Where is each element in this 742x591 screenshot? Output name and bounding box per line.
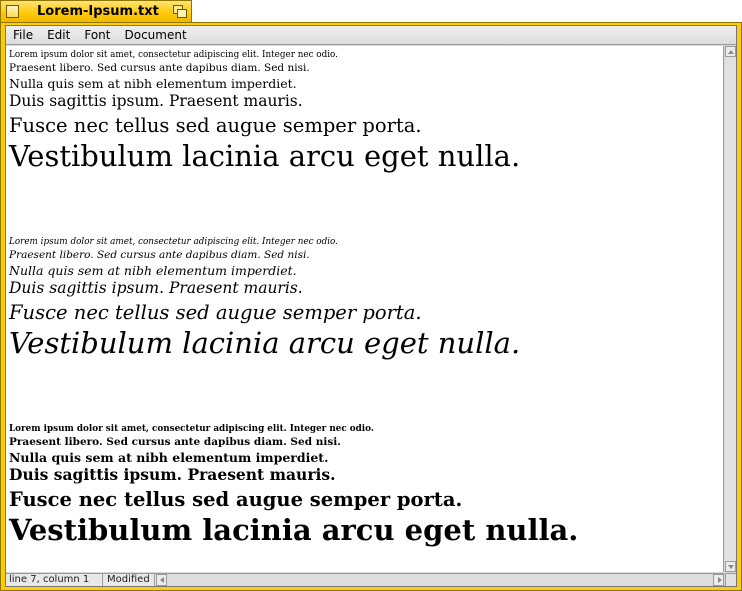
text-line: Nulla quis sem at nibh elementum imperdi… — [9, 262, 297, 278]
zoom-button[interactable] — [173, 5, 187, 18]
arrow-up-icon — [728, 50, 734, 54]
text-editor[interactable]: Lorem ipsum dolor sit amet, consectetur … — [6, 46, 724, 572]
status-bar: line 7, column 1 Modified — [6, 573, 724, 586]
scroll-down-button[interactable] — [725, 561, 736, 572]
scroll-right-button[interactable] — [713, 574, 724, 586]
text-line: Nulla quis sem at nibh elementum imperdi… — [9, 75, 297, 91]
zoom-front-icon — [177, 9, 187, 18]
window-title: Lorem-Ipsum.txt — [37, 4, 159, 19]
text-line: Lorem ipsum dolor sit amet, consectetur … — [9, 424, 374, 434]
cursor-position: line 7, column 1 — [9, 574, 103, 586]
text-line: Duis sagittis ipsum. Praesent mauris. — [9, 279, 303, 298]
text-line: Nulla quis sem at nibh elementum imperdi… — [9, 449, 329, 465]
vertical-scrollbar[interactable] — [725, 46, 736, 572]
text-line: Lorem ipsum dolor sit amet, consectetur … — [9, 50, 338, 60]
menu-file[interactable]: File — [6, 26, 40, 45]
paragraph-group-regular: Lorem ipsum dolor sit amet, consectetur … — [9, 50, 521, 174]
text-line: Duis sagittis ipsum. Praesent mauris. — [9, 92, 303, 111]
menu-font[interactable]: Font — [77, 26, 117, 45]
text-line: Praesent libero. Sed cursus ante dapibus… — [9, 61, 310, 74]
text-line: Lorem ipsum dolor sit amet, consectetur … — [9, 237, 338, 247]
arrow-left-icon — [160, 577, 164, 583]
paragraph-group-bold: Lorem ipsum dolor sit amet, consectetur … — [9, 424, 579, 548]
window-content: File Edit Font Document Lorem ipsum dolo… — [5, 25, 737, 587]
menu-edit[interactable]: Edit — [40, 26, 77, 45]
text-line: Fusce nec tellus sed augue semper porta. — [9, 301, 422, 325]
window-frame: File Edit Font Document Lorem ipsum dolo… — [0, 22, 742, 591]
text-line: Praesent libero. Sed cursus ante dapibus… — [9, 248, 310, 261]
menu-bar: File Edit Font Document — [6, 26, 736, 45]
modified-indicator: Modified — [107, 574, 155, 586]
text-line: Vestibulum lacinia arcu eget nulla. — [9, 513, 579, 548]
resize-handle[interactable] — [725, 573, 736, 586]
scroll-up-button[interactable] — [725, 46, 736, 57]
close-button[interactable] — [6, 5, 19, 18]
text-line: Fusce nec tellus sed augue semper porta. — [9, 488, 463, 512]
text-line: Vestibulum lacinia arcu eget nulla. — [9, 326, 521, 361]
text-line: Praesent libero. Sed cursus ante dapibus… — [9, 435, 341, 448]
arrow-down-icon — [728, 565, 734, 569]
scroll-left-button[interactable] — [156, 574, 167, 586]
horizontal-scrollbar[interactable] — [156, 574, 724, 586]
window-title-tab[interactable]: Lorem-Ipsum.txt — [0, 0, 192, 22]
arrow-right-icon — [718, 577, 722, 583]
menu-document[interactable]: Document — [117, 26, 193, 45]
text-line: Vestibulum lacinia arcu eget nulla. — [9, 139, 521, 174]
text-line: Duis sagittis ipsum. Praesent mauris. — [9, 465, 336, 485]
paragraph-group-italic: Lorem ipsum dolor sit amet, consectetur … — [9, 237, 521, 361]
text-line: Fusce nec tellus sed augue semper porta. — [9, 114, 422, 138]
